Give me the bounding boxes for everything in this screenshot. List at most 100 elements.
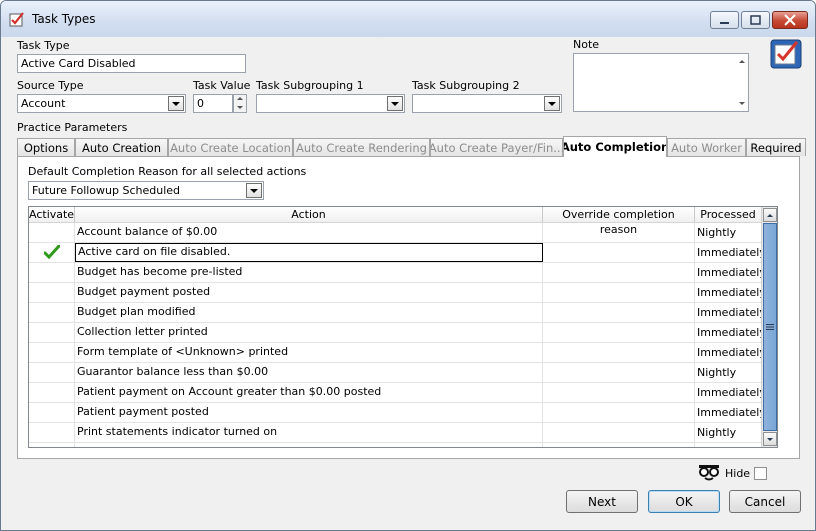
table-row[interactable]: Budget plan modified Immediately	[29, 303, 762, 323]
col-action[interactable]: Action	[75, 207, 543, 222]
chevron-down-icon[interactable]	[544, 96, 560, 111]
table-row[interactable]: Account balance of $0.00 Nightly	[29, 223, 762, 243]
table-row[interactable]: Third party balance less than $0.00 Night…	[29, 443, 762, 447]
activate-cell[interactable]	[29, 283, 75, 302]
action-cell[interactable]: Patient payment on Account greater than …	[75, 383, 543, 402]
action-cell[interactable]: Budget plan modified	[75, 303, 543, 322]
action-cell[interactable]: Collection letter printed	[75, 323, 543, 342]
override-reason-cell[interactable]	[543, 443, 695, 447]
subgroup1-select[interactable]	[256, 94, 405, 113]
activate-cell[interactable]	[29, 303, 75, 322]
task-value-spin[interactable]	[233, 94, 247, 113]
table-row[interactable]: Patient payment posted Immediately	[29, 403, 762, 423]
note-textarea[interactable]	[573, 53, 749, 112]
maximize-button[interactable]	[741, 11, 770, 29]
action-cell[interactable]: Budget payment posted	[75, 283, 543, 302]
override-reason-cell[interactable]	[543, 423, 695, 442]
override-reason-cell[interactable]	[543, 223, 695, 242]
activate-cell[interactable]	[29, 423, 75, 442]
default-reason-select[interactable]: Future Followup Scheduled	[28, 181, 264, 200]
hide-checkbox[interactable]	[754, 467, 767, 480]
tab-auto-completion[interactable]: Auto Completion	[563, 136, 667, 157]
processed-cell: Nightly	[695, 223, 762, 242]
table-row[interactable]: Active card on file disabled. Immediately	[29, 243, 762, 263]
next-button[interactable]: Next	[566, 490, 638, 513]
subgroup2-select[interactable]	[412, 94, 562, 113]
action-cell[interactable]: Guarantor balance less than $0.00	[75, 363, 543, 382]
col-processed[interactable]: Processed	[695, 207, 762, 222]
auto-completion-panel: Default Completion Reason for all select…	[17, 156, 800, 459]
tab-auto-create-rendering: Auto Create Rendering	[293, 138, 430, 156]
action-cell[interactable]: Budget has become pre-listed	[75, 263, 543, 282]
minimize-button[interactable]	[710, 11, 739, 29]
chevron-down-icon[interactable]	[246, 183, 262, 198]
processed-cell: Nightly	[695, 443, 762, 447]
action-cell[interactable]: Third party balance less than $0.00	[75, 443, 543, 447]
override-reason-cell[interactable]	[543, 403, 695, 422]
activate-cell[interactable]	[29, 223, 75, 242]
override-reason-cell[interactable]	[543, 343, 695, 362]
grid-scrollbar[interactable]	[761, 207, 777, 447]
override-reason-cell[interactable]	[543, 263, 695, 282]
tab-auto-create-location: Auto Create Location	[168, 138, 293, 156]
override-reason-cell[interactable]	[543, 383, 695, 402]
scroll-thumb[interactable]	[763, 223, 777, 431]
activate-cell[interactable]	[29, 383, 75, 402]
task-value-value: 0	[197, 97, 204, 110]
source-type-select[interactable]: Account	[17, 94, 186, 113]
col-override-reason[interactable]: Override completion reason	[543, 207, 695, 236]
action-cell[interactable]: Print statements indicator turned on	[75, 423, 543, 442]
table-row[interactable]: Print statements indicator turned on Nigh…	[29, 423, 762, 443]
table-row[interactable]: Budget has become pre-listed Immediately	[29, 263, 762, 283]
activate-cell[interactable]	[29, 323, 75, 342]
processed-cell: Nightly	[695, 363, 762, 382]
table-row[interactable]: Guarantor balance less than $0.00 Nightly	[29, 363, 762, 383]
task-type-input[interactable]: Active Card Disabled	[17, 54, 246, 73]
spin-down-icon[interactable]	[237, 106, 243, 109]
override-reason-cell[interactable]	[543, 303, 695, 322]
override-reason-cell[interactable]	[543, 363, 695, 382]
override-reason-cell[interactable]	[543, 243, 695, 262]
cancel-button[interactable]: Cancel	[729, 490, 801, 513]
source-type-label: Source Type	[17, 79, 84, 92]
processed-cell: Immediately	[695, 403, 762, 422]
spin-up-icon[interactable]	[237, 97, 243, 100]
minimize-icon	[720, 22, 729, 24]
col-activate[interactable]: Activate	[29, 207, 75, 222]
action-cell[interactable]: Form template of <Unknown> printed	[75, 343, 543, 362]
note-scroll-up-icon	[739, 60, 745, 63]
activate-cell[interactable]	[29, 243, 75, 262]
action-cell[interactable]: Patient payment posted	[75, 403, 543, 422]
activate-cell[interactable]	[29, 263, 75, 282]
table-row[interactable]: Form template of <Unknown> printed Immedi…	[29, 343, 762, 363]
override-reason-cell[interactable]	[543, 323, 695, 342]
source-type-value: Account	[21, 97, 66, 110]
activate-cell[interactable]	[29, 363, 75, 382]
activate-cell[interactable]	[29, 403, 75, 422]
action-cell[interactable]: Active card on file disabled.	[75, 243, 543, 262]
action-cell[interactable]: Account balance of $0.00	[75, 223, 543, 242]
chevron-down-icon[interactable]	[387, 96, 403, 111]
activate-cell[interactable]	[29, 343, 75, 362]
default-reason-label: Default Completion Reason for all select…	[28, 165, 307, 178]
task-types-app-icon	[9, 12, 24, 27]
task-value-stepper[interactable]: 0	[193, 94, 233, 113]
override-reason-cell[interactable]	[543, 283, 695, 302]
chevron-down-icon[interactable]	[168, 96, 184, 111]
actions-grid: Activate Action Override completion reas…	[28, 206, 778, 448]
tab-options[interactable]: Options	[17, 138, 75, 156]
scroll-up-icon[interactable]	[763, 208, 777, 222]
subgroup2-label: Task Subgrouping 2	[412, 79, 520, 92]
table-row[interactable]: Collection letter printed Immediately	[29, 323, 762, 343]
processed-cell: Immediately	[695, 303, 762, 322]
grid-header: Activate Action Override completion reas…	[29, 207, 777, 236]
title-bar[interactable]: Task Types	[1, 1, 815, 37]
tab-auto-creation[interactable]: Auto Creation	[75, 138, 168, 156]
table-row[interactable]: Budget payment posted Immediately	[29, 283, 762, 303]
ok-button[interactable]: OK	[648, 490, 720, 513]
scroll-down-icon[interactable]	[763, 432, 777, 446]
tab-required[interactable]: Required	[746, 138, 806, 156]
table-row[interactable]: Patient payment on Account greater than …	[29, 383, 762, 403]
close-button[interactable]	[772, 11, 808, 29]
activate-cell[interactable]	[29, 443, 75, 447]
